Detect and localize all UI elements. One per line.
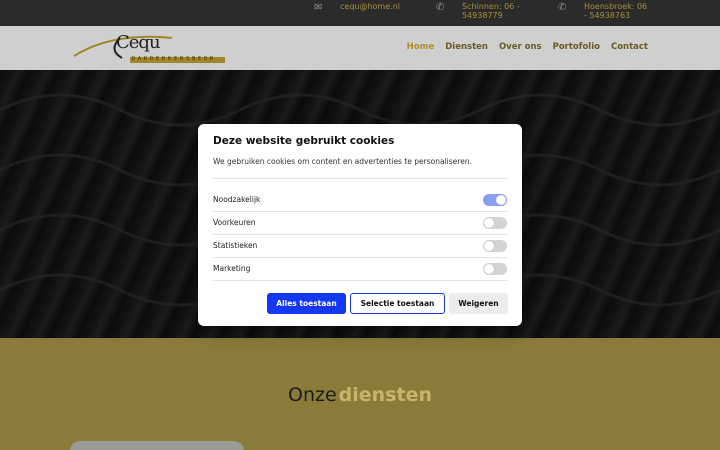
- cookie-row-label-marketing: Marketing: [213, 264, 251, 273]
- logo-text: Cequ: [116, 32, 161, 53]
- site-header: Cequ DAKDEKKERSBEDR Home Diensten Over o…: [0, 26, 720, 70]
- phone-schinnen[interactable]: ✆ Schinnen: 06 - 54938779: [436, 2, 522, 20]
- toggle-marketing[interactable]: [483, 263, 507, 275]
- services-title-part1: Onze: [287, 384, 337, 406]
- services-title: Onze diensten: [0, 384, 720, 406]
- email-contact[interactable]: ✉ cequ@home.nl: [314, 2, 400, 14]
- cookie-row-label-voorkeuren: Voorkeuren: [213, 218, 256, 227]
- divider: [213, 257, 508, 258]
- phone-icon: ✆: [436, 2, 445, 13]
- nav-over-ons[interactable]: Over ons: [499, 42, 542, 52]
- toggle-voorkeuren[interactable]: [483, 217, 507, 229]
- allow-all-button[interactable]: Alles toestaan: [267, 293, 346, 314]
- phone-icon: ✆: [558, 2, 567, 13]
- email-link[interactable]: cequ@home.nl: [340, 2, 400, 11]
- phone-hoensbroek[interactable]: ✆ Hoensbroek: 06 - 54938763: [558, 2, 650, 20]
- logo-subtitle: DAKDEKKERSBEDR: [132, 56, 217, 62]
- nav-contact[interactable]: Contact: [611, 42, 648, 52]
- deny-button[interactable]: Weigeren: [449, 293, 508, 314]
- phone-schinnen-link[interactable]: Schinnen: 06 - 54938779: [462, 2, 522, 20]
- service-card[interactable]: [70, 441, 244, 450]
- nav-home[interactable]: Home: [407, 42, 435, 52]
- toggle-knob: [496, 195, 506, 205]
- toggle-statistieken[interactable]: [483, 240, 507, 252]
- phone-hoensbroek-link[interactable]: Hoensbroek: 06 - 54938763: [584, 2, 650, 20]
- allow-selection-button[interactable]: Selectie toestaan: [350, 293, 445, 314]
- site-logo[interactable]: Cequ DAKDEKKERSBEDR: [72, 30, 232, 66]
- toggle-knob: [484, 218, 494, 228]
- cookie-dialog-title: Deze website gebruikt cookies: [213, 135, 395, 147]
- cookie-row-label-noodzakelijk: Noodzakelijk: [213, 195, 261, 204]
- cookie-consent-dialog: Deze website gebruikt cookies We gebruik…: [198, 124, 522, 326]
- divider: [213, 234, 508, 235]
- envelope-icon: ✉: [314, 2, 323, 13]
- toggle-knob: [484, 241, 494, 251]
- main-nav: Home Diensten Over ons Portofolio Contac…: [407, 42, 648, 52]
- nav-diensten[interactable]: Diensten: [445, 42, 488, 52]
- cookie-row-label-statistieken: Statistieken: [213, 241, 258, 250]
- toggle-noodzakelijk[interactable]: [483, 194, 507, 206]
- divider: [213, 211, 508, 212]
- divider: [213, 280, 508, 281]
- nav-portofolio[interactable]: Portofolio: [553, 42, 600, 52]
- cookie-dialog-description: We gebruiken cookies om content en adver…: [213, 157, 472, 166]
- services-title-part2: diensten: [338, 384, 432, 406]
- top-contact-bar: ✉ cequ@home.nl ✆ Schinnen: 06 - 54938779…: [0, 0, 720, 26]
- divider: [213, 178, 508, 179]
- toggle-knob: [484, 264, 494, 274]
